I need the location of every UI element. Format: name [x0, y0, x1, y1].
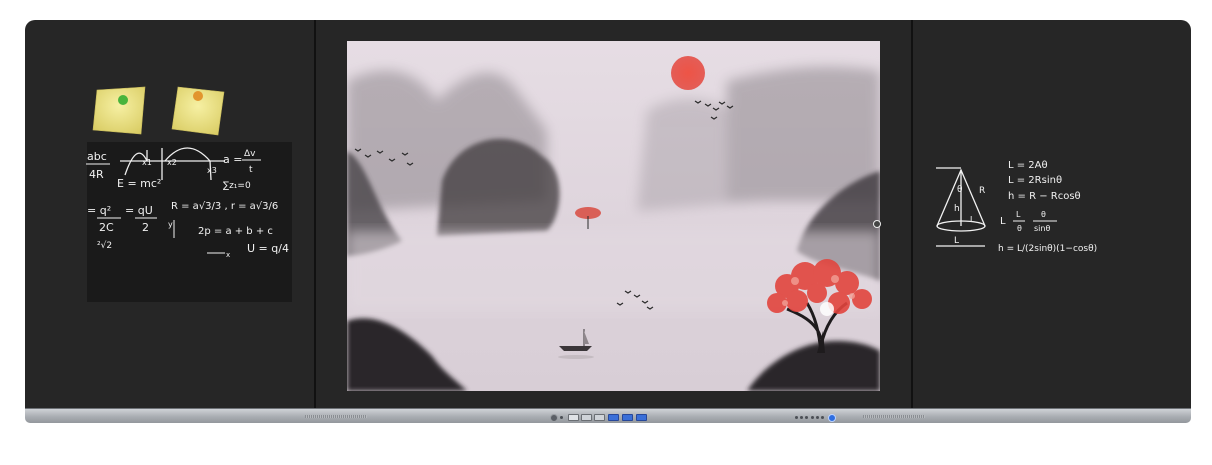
speaker-grille-left	[305, 415, 367, 418]
bottom-tray	[25, 408, 1191, 423]
left-chalkboard-panel: abc 4R E = mc² x1 x2 x3 a = Δv t ∑z₁=0 =…	[25, 20, 314, 410]
formula-ratio-left-top: L	[1000, 216, 1006, 227]
axis-label-x: x	[226, 251, 230, 259]
right-formulas: θ R h L L L = 2Aθ L = 2Rsinθ h = R − Rco…	[954, 160, 1097, 254]
chalk-smudge	[87, 142, 292, 302]
usb-port-icon-1[interactable]	[608, 414, 619, 421]
right-chalkboard-panel: θ R h L L L = 2Aθ L = 2Rsinθ h = R − Rco…	[913, 20, 1191, 410]
axis-label-x2: x2	[167, 158, 177, 167]
status-led-2	[800, 416, 803, 419]
formula-ratio-left-num: L	[1016, 210, 1021, 219]
formula-alpha-eq: a =	[223, 153, 242, 166]
formula-height: h = R − Rcosθ	[1008, 191, 1081, 202]
input-button-icon[interactable]	[581, 414, 592, 421]
formula-root2: ²√2	[97, 240, 112, 251]
light-sensor-icon	[828, 414, 836, 422]
status-led-4	[811, 416, 814, 419]
axis-label-x1: x1	[142, 158, 152, 167]
right-chalkboard-drawing: θ R h L L L = 2Aθ L = 2Rsinθ h = R − Rco…	[936, 160, 1097, 254]
speaker-grille-right	[863, 415, 925, 418]
formula-perimeter: 2p = a + b + c	[198, 226, 273, 237]
usb-port-icon-3[interactable]	[636, 414, 647, 421]
sticky-note-2[interactable]	[171, 86, 225, 136]
formula-radius: R = a√3/3 , r = a√3/6	[171, 201, 278, 212]
status-led-1	[795, 416, 798, 419]
side-knob-icon[interactable]	[873, 220, 881, 228]
usb-port-icon-2[interactable]	[622, 414, 633, 421]
formula-height-derived: h = L/(2sinθ)(1−cosθ)	[998, 244, 1097, 254]
power-button-icon[interactable]	[550, 414, 558, 422]
orange-pin-icon	[193, 91, 203, 101]
cone-label-h: h	[954, 204, 960, 214]
formula-ratio-left-den: θ	[1017, 224, 1022, 233]
formula-eq-qv-den: 2	[142, 221, 149, 234]
formula-ratio-right-den: sinθ	[1034, 224, 1050, 233]
formula-fraction-bottom: 4R	[89, 168, 104, 181]
sun-icon	[671, 56, 705, 90]
hdmi-button-icon[interactable]	[594, 414, 605, 421]
cone-label-l: L	[970, 215, 975, 224]
formula-ratio-right-num: θ	[1041, 210, 1046, 219]
ink-landscape-painting	[347, 41, 880, 391]
center-display-panel	[316, 20, 911, 410]
axis-label-y: y	[168, 220, 173, 229]
status-led-6	[821, 416, 824, 419]
formula-chord-length: L = 2Rsinθ	[1008, 175, 1062, 186]
formula-fraction-top: abc	[87, 150, 107, 163]
formula-ratio: U = q/4	[247, 242, 289, 255]
status-led-5	[816, 416, 819, 419]
sticky-note-1[interactable]	[92, 86, 146, 135]
formula-eq-qv: = qU	[125, 204, 153, 217]
cone-label-base: L	[954, 236, 959, 246]
display-screen[interactable]	[347, 41, 880, 391]
cone-label-theta: θ	[957, 185, 963, 195]
formula-sum: ∑z₁=0	[223, 181, 251, 191]
blackboard: abc 4R E = mc² x1 x2 x3 a = Δv t ∑z₁=0 =…	[25, 20, 1191, 410]
formula-energy: E = mc²	[117, 177, 161, 190]
formula-eq-q: = q²	[87, 204, 111, 217]
axis-label-x3: x3	[207, 166, 217, 175]
touch-cursor-icon	[820, 302, 834, 316]
status-led-3	[805, 416, 808, 419]
menu-button-icon[interactable]	[568, 414, 579, 421]
formula-arc-length: L = 2Aθ	[1008, 160, 1048, 171]
green-pin-icon	[118, 95, 128, 105]
left-chalkboard-drawing: abc 4R E = mc² x1 x2 x3 a = Δv t ∑z₁=0 =…	[86, 86, 292, 302]
cone-label-r: R	[979, 186, 985, 196]
formula-eq-q-den: 2C	[99, 221, 114, 234]
formula-alpha-num: Δv	[244, 149, 256, 159]
cone-diagram	[936, 167, 986, 247]
indicator-dot	[560, 416, 563, 419]
formula-alpha-den: t	[249, 165, 253, 175]
